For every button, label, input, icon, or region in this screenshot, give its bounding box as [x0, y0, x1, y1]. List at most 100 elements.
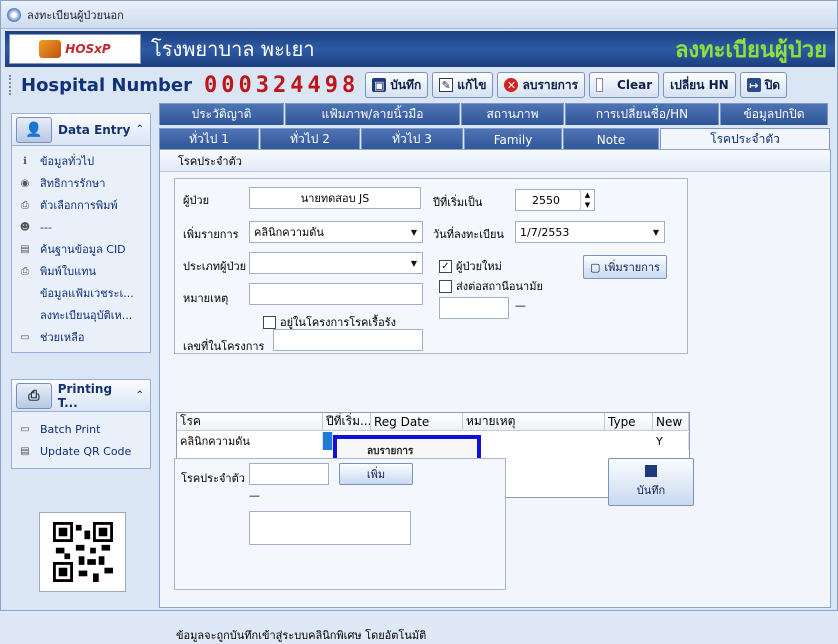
tab-row-1: ประวัติญาติ แฟ้มภาพ/ลายนิ้วมือ สถานภาพ ก… [159, 103, 831, 125]
sidebar-item-separator[interactable]: ☻ --- [12, 216, 150, 238]
clear-label: Clear [617, 78, 653, 92]
add-item-select[interactable]: คลินิกความดัน ▼ [249, 221, 423, 243]
col-header-start-year[interactable]: ปีที่เริ่ม... [323, 413, 371, 431]
col-header-new[interactable]: New [653, 413, 689, 431]
add-chronic-button[interactable]: เพิ่ม [339, 463, 413, 485]
tab-confidential[interactable]: ข้อมูลปกปิด [720, 103, 828, 125]
clear-button[interactable]: Clear [589, 72, 660, 98]
sidebar-item-general[interactable]: ℹ ข้อมูลทั่วไป [12, 150, 150, 172]
change-hn-button[interactable]: เปลี่ยน HN [663, 72, 736, 98]
chronic-field[interactable] [249, 463, 329, 485]
remark-field[interactable] [249, 283, 423, 305]
col-header-remark[interactable]: หมายเหตุ [463, 413, 605, 431]
sidebar-item-label: ช่วยเหลือ [40, 331, 85, 344]
col-header-disease[interactable]: โรค [177, 413, 323, 431]
sidebar-item-label: --- [40, 220, 52, 234]
printing-header[interactable]: ⎙ Printing T... ⌃ [12, 380, 150, 412]
tab-relatives[interactable]: ประวัติญาติ [159, 103, 284, 125]
chronic-detail-field[interactable] [249, 511, 411, 545]
chevron-down-icon[interactable]: ▼ [406, 222, 422, 242]
hn-value: 000324498 [204, 72, 360, 98]
sidebar-item-rights[interactable]: ◉ สิทธิการรักษา [12, 172, 150, 194]
save-chronic-button[interactable]: บันทึก [608, 458, 694, 506]
collapse-icon[interactable]: ⌃ [136, 124, 144, 135]
tab-chronic-disease[interactable]: โรคประจำตัว [660, 128, 830, 150]
start-year-spinner[interactable]: 2550 ▲ ▼ [515, 189, 595, 211]
sidebar-item-label: ข้อมูลทั่วไป [40, 155, 95, 168]
patient-type-select[interactable]: ▼ [249, 252, 423, 274]
checkbox-icon [263, 315, 276, 329]
add-item-label: เพิ่มรายการ [183, 228, 239, 241]
sidebar-item-label: พิมพ์ใบแทน [40, 265, 96, 278]
data-entry-panel: 👤 Data Entry ⌃ ℹ ข้อมูลทั่วไป ◉ สิทธิการรั… [11, 113, 151, 353]
context-menu-delete[interactable]: ลบรายการ [367, 444, 413, 459]
tab-family[interactable]: Family [464, 128, 562, 150]
reg-date-picker[interactable]: 1/7/2553 ▼ [515, 221, 665, 243]
tab-name-hn-change[interactable]: การเปลี่ยนชื่อ/HN [565, 103, 719, 125]
new-patient-checkbox[interactable]: ✓ ผู้ป่วยใหม่ [439, 257, 502, 275]
project-no-field[interactable] [273, 329, 423, 351]
tab-general-1[interactable]: ทั่วไป 1 [159, 128, 259, 150]
spinner-arrows-icon[interactable]: ▲ ▼ [580, 190, 594, 210]
chevron-down-icon[interactable]: ▼ [406, 253, 422, 273]
page-title: ลงทะเบียนผู้ป่วย [674, 36, 827, 63]
refer-label: ส่งต่อสถานีอนามัย [456, 280, 543, 293]
close-button[interactable]: ↦ ปิด [739, 72, 788, 98]
tab-image-fingerprint[interactable]: แฟ้มภาพ/ลายนิ้วมือ [285, 103, 460, 125]
document-icon: ▢ [590, 260, 601, 274]
sidebar-item-reprint[interactable]: ⎙ พิมพ์ใบแทน [12, 260, 150, 282]
sidebar-item-print-options[interactable]: ⎙ ตัวเลือกการพิมพ์ [12, 194, 150, 216]
delete-button[interactable]: ✕ ลบรายการ [497, 72, 586, 98]
data-entry-header[interactable]: 👤 Data Entry ⌃ [12, 114, 150, 146]
database-icon: ▤ [20, 243, 30, 255]
patient-field[interactable]: นายทดสอบ JS [249, 187, 421, 209]
tab-status[interactable]: สถานภาพ [461, 103, 564, 125]
sidebar-item-label: ลงทะเบียนอุบัติเห... [40, 309, 133, 322]
sidebar-item-batch-print[interactable]: ▭ Batch Print [12, 418, 150, 440]
app-window: ลงทะเบียนผู้ป่วยนอก HOSxP โรงพยาบาล พะเย… [0, 0, 838, 642]
hospital-name: โรงพยาบาล พะเยา [151, 37, 315, 61]
window-title: ลงทะเบียนผู้ป่วยนอก [27, 8, 124, 22]
printing-title: Printing T... [57, 381, 113, 410]
delete-label: ลบรายการ [522, 77, 579, 92]
collapse-icon[interactable]: ⌃ [136, 390, 144, 401]
header-banner: HOSxP โรงพยาบาล พะเยา ลงทะเบียนผู้ป่วย [5, 31, 835, 67]
sidebar-item-help[interactable]: ▭ ช่วยเหลือ [12, 326, 150, 348]
edit-label: แก้ไข [457, 77, 487, 92]
sidebar-item-cid-search[interactable]: ▤ ค้นฐานข้อมูล CID [12, 238, 150, 260]
toolbar: Hospital Number 000324498 ▣ บันทึก ✎ แก้ไข… [5, 69, 835, 101]
chronic-disease-panel: โรคประจำตัว ผู้ป่วย นายทดสอบ JS ปีที่เริ… [159, 149, 831, 642]
sidebar: 👤 Data Entry ⌃ ℹ ข้อมูลทั่วไป ◉ สิทธิการรั… [11, 113, 151, 495]
save-button[interactable]: ▣ บันทึก [365, 72, 429, 98]
toolbar-grip[interactable] [9, 75, 13, 95]
sidebar-item-update-qr[interactable]: ▤ Update QR Code [12, 440, 150, 462]
project-no-label: เลขที่ในโครงการ [183, 340, 265, 353]
cell-disease: คลินิกความดัน [177, 432, 323, 450]
hosxp-logo: HOSxP [9, 34, 141, 64]
sidebar-item-accident-reg[interactable]: ลงทะเบียนอุบัติเห... [12, 304, 150, 326]
row-selector[interactable] [323, 432, 333, 450]
edit-button[interactable]: ✎ แก้ไข [432, 72, 494, 98]
footer-note: ข้อมูลจะถูกบันทึกเข้าสู่ระบบคลินิกพิเศษ … [176, 629, 427, 642]
printer-icon: ⎙ [21, 199, 29, 211]
cell-new: Y [653, 432, 689, 450]
exit-icon: ↦ [746, 78, 761, 92]
tab-general-2[interactable]: ทั่วไป 2 [260, 128, 360, 150]
save-chronic-label: บันทึก [636, 484, 666, 497]
add-item-button[interactable]: ▢ เพิ่มรายการ [583, 255, 667, 279]
chevron-down-icon[interactable]: ▼ [648, 222, 664, 242]
tab-note[interactable]: Note [563, 128, 659, 150]
add-item-button-label: เพิ่มรายการ [604, 261, 660, 274]
printing-panel: ⎙ Printing T... ⌃ ▭ Batch Print ▤ Update Q… [11, 379, 151, 469]
qr-code-icon [52, 522, 113, 582]
tab-general-3[interactable]: ทั่วไป 3 [361, 128, 463, 150]
group-title: โรคประจำตัว [160, 150, 830, 172]
sidebar-item-medical-record[interactable]: ข้อมูลแฟ้มเวชระเ... [12, 282, 150, 304]
globe-icon: ◉ [20, 177, 30, 189]
refer-station-field[interactable] [439, 297, 509, 319]
refer-checkbox[interactable]: ส่งต่อสถานีอนามัย [439, 277, 543, 295]
col-header-reg-date[interactable]: Reg Date [371, 413, 463, 431]
col-header-type[interactable]: Type [605, 413, 653, 431]
logo-mark-icon [39, 40, 62, 58]
edit-icon: ✎ [439, 78, 454, 92]
